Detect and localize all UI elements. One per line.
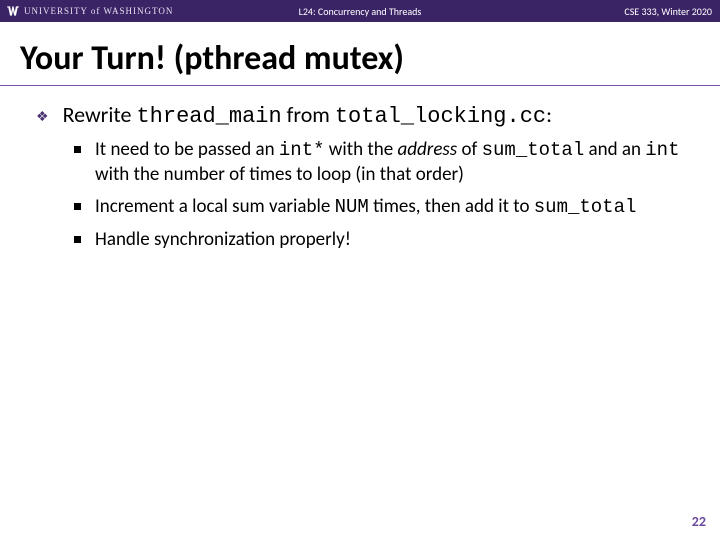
bullet-level1: ❖ Rewrite thread_main from total_locking… bbox=[36, 102, 684, 130]
slide-body: ❖ Rewrite thread_main from total_locking… bbox=[0, 86, 720, 251]
text-frag: times, then add it to bbox=[369, 195, 534, 218]
code-frag: sum_total bbox=[534, 196, 637, 218]
text-frag: Rewrite bbox=[63, 101, 137, 128]
bullet-level2: Handle synchronization properly! bbox=[74, 228, 684, 252]
header-bar: UNIVERSITY of WASHINGTON L24: Concurrenc… bbox=[0, 0, 720, 22]
sub1-text: It need to be passed an int* with the ad… bbox=[95, 138, 684, 187]
slide: UNIVERSITY of WASHINGTON L24: Concurrenc… bbox=[0, 0, 720, 540]
page-number: 22 bbox=[692, 513, 706, 530]
lecture-title: L24: Concurrency and Threads bbox=[299, 5, 422, 18]
code-frag: sum_total bbox=[482, 139, 585, 161]
square-bullet-icon bbox=[74, 146, 81, 153]
bullet-level2: Increment a local sum variable NUM times… bbox=[74, 195, 684, 220]
sub3-text: Handle synchronization properly! bbox=[95, 228, 351, 252]
code-frag: total_locking.cc bbox=[335, 104, 546, 129]
text-frag: and an bbox=[584, 138, 645, 161]
text-frag: with the number of times to loop (in tha… bbox=[95, 163, 464, 186]
code-frag: thread_main bbox=[136, 104, 281, 129]
code-frag: int bbox=[645, 139, 679, 161]
text-frag: : bbox=[546, 101, 552, 128]
text-frag: Handle synchronization properly! bbox=[95, 228, 351, 251]
sub2-text: Increment a local sum variable NUM times… bbox=[95, 195, 636, 220]
text-frag: with the bbox=[325, 138, 398, 161]
bullet-level2: It need to be passed an int* with the ad… bbox=[74, 138, 684, 187]
text-frag: from bbox=[282, 101, 335, 128]
italic-frag: address bbox=[398, 138, 458, 161]
slide-title: Your Turn! (pthread mutex) bbox=[20, 38, 720, 79]
diamond-bullet-icon: ❖ bbox=[36, 108, 49, 125]
code-frag: int* bbox=[279, 139, 325, 161]
text-frag: It need to be passed an bbox=[95, 138, 279, 161]
text-frag: of bbox=[457, 138, 481, 161]
code-frag: NUM bbox=[335, 196, 369, 218]
square-bullet-icon bbox=[74, 203, 81, 210]
square-bullet-icon bbox=[74, 236, 81, 243]
bullet1-text: Rewrite thread_main from total_locking.c… bbox=[63, 102, 552, 130]
course-code: CSE 333, Winter 2020 bbox=[624, 5, 712, 18]
university-name: UNIVERSITY of WASHINGTON bbox=[24, 6, 173, 16]
uw-logo-icon bbox=[6, 4, 20, 18]
text-frag: Increment a local sum variable bbox=[95, 195, 335, 218]
